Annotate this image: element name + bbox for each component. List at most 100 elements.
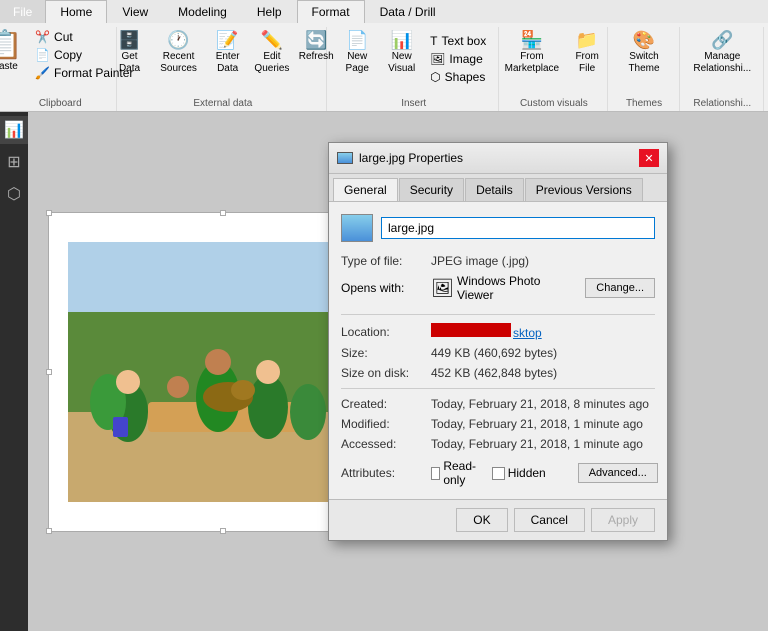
tab-help[interactable]: Help	[242, 0, 297, 23]
ribbon-tab-bar: File Home View Modeling Help Format Data…	[0, 0, 768, 23]
canvas-handle-tm[interactable]	[220, 210, 226, 216]
change-button[interactable]: Change...	[585, 278, 655, 298]
new-visual-icon: 📊	[390, 31, 412, 49]
sidebar-item-data[interactable]: ⊞	[0, 148, 28, 176]
image-icon: 🖼	[430, 52, 445, 66]
tab-modeling[interactable]: Modeling	[163, 0, 242, 23]
cut-label: Cut	[54, 30, 73, 44]
enter-data-icon: 📝	[216, 31, 238, 49]
custom-visuals-group-label: Custom visuals	[501, 98, 606, 109]
dialog-file-icon	[337, 152, 353, 164]
attributes-row: Attributes: Read-only Hidden Advanced...	[341, 459, 655, 487]
edit-queries-icon: ✏️	[261, 31, 283, 49]
manage-relationships-button[interactable]: 🔗 Manage Relationshi...	[689, 29, 755, 77]
format-painter-icon: 🖌️	[35, 66, 50, 80]
opens-with-row: Opens with: 🖼 Windows Photo Viewer Chang…	[341, 274, 655, 302]
paste-label: Paste	[0, 61, 18, 73]
file-name-input[interactable]	[381, 217, 655, 239]
get-data-button[interactable]: 🗄️ Get Data	[110, 29, 150, 77]
ribbon-group-themes: 🎨 Switch Theme Themes	[610, 27, 680, 111]
hidden-label: Hidden	[508, 466, 546, 480]
size-disk-value: 452 KB (462,848 bytes)	[431, 366, 655, 380]
new-visual-button[interactable]: 📊 New Visual	[381, 29, 422, 77]
ok-button[interactable]: OK	[456, 508, 507, 532]
switch-theme-button[interactable]: 🎨 Switch Theme	[618, 29, 671, 77]
switch-theme-icon: 🎨	[633, 31, 655, 49]
image-button[interactable]: 🖼 Image	[426, 51, 490, 67]
from-marketplace-button[interactable]: 🏪 From Marketplace	[501, 29, 563, 77]
location-suffix[interactable]: sktop	[513, 326, 542, 340]
dialog-tab-details[interactable]: Details	[465, 178, 524, 201]
hidden-checkbox-group: Hidden	[492, 466, 546, 480]
sidebar: 📊 ⊞ ⬡	[0, 112, 28, 631]
clipboard-group-label: Clipboard	[4, 98, 116, 109]
ribbon-group-external-data: 🗄️ Get Data 🕐 Recent Sources 📝 Enter Dat…	[119, 27, 327, 111]
opens-with-content: 🖼 Windows Photo Viewer Change...	[431, 274, 655, 302]
attributes-label: Attributes:	[341, 466, 431, 480]
apply-button[interactable]: Apply	[591, 508, 655, 532]
dialog-tab-bar: General Security Details Previous Versio…	[329, 174, 667, 202]
relationships-group-label: Relationshi...	[682, 98, 763, 109]
dialog-titlebar: large.jpg Properties ✕	[329, 143, 667, 174]
modified-value: Today, February 21, 2018, 1 minute ago	[431, 417, 655, 431]
modified-row: Modified: Today, February 21, 2018, 1 mi…	[341, 417, 655, 431]
sidebar-item-report[interactable]: 📊	[0, 116, 28, 144]
recent-sources-label: Recent Sources	[158, 51, 200, 75]
tab-datadrill[interactable]: Data / Drill	[365, 0, 451, 23]
from-file-button[interactable]: 📁 From File	[567, 29, 607, 77]
external-data-group-label: External data	[119, 98, 326, 109]
from-file-label: From File	[571, 51, 603, 75]
location-row: Location: sktop	[341, 323, 655, 340]
modified-label: Modified:	[341, 417, 431, 431]
file-name-row	[341, 214, 655, 242]
dialog-body: Type of file: JPEG image (.jpg) Opens wi…	[329, 202, 667, 499]
new-page-icon: 📄	[346, 31, 368, 49]
dialog-close-button[interactable]: ✕	[639, 149, 659, 167]
canvas-handle-ml[interactable]	[46, 369, 52, 375]
ribbon: File Home View Modeling Help Format Data…	[0, 0, 768, 112]
tab-format[interactable]: Format	[297, 0, 365, 23]
hidden-checkbox[interactable]	[492, 467, 505, 480]
tab-file[interactable]: File	[0, 0, 45, 23]
edit-queries-button[interactable]: ✏️ Edit Queries	[252, 29, 293, 77]
from-marketplace-icon: 🏪	[521, 31, 543, 49]
ribbon-group-relationships: 🔗 Manage Relationshi... Relationshi...	[682, 27, 764, 111]
size-disk-row: Size on disk: 452 KB (462,848 bytes)	[341, 366, 655, 380]
shapes-label: Shapes	[445, 70, 486, 84]
canvas-handle-bm[interactable]	[220, 528, 226, 534]
created-value: Today, February 21, 2018, 8 minutes ago	[431, 397, 655, 411]
canvas-handle-bl[interactable]	[46, 528, 52, 534]
size-row: Size: 449 KB (460,692 bytes)	[341, 346, 655, 360]
new-page-label: New Page	[341, 51, 373, 75]
created-label: Created:	[341, 397, 431, 411]
paste-button[interactable]: 📋 Paste	[0, 29, 27, 75]
enter-data-button[interactable]: 📝 Enter Data	[208, 29, 248, 77]
type-row: Type of file: JPEG image (.jpg)	[341, 254, 655, 268]
dialog-tab-security[interactable]: Security	[399, 178, 464, 201]
sidebar-item-model[interactable]: ⬡	[0, 180, 28, 208]
location-redacted	[431, 323, 511, 337]
refresh-icon: 🔄	[305, 31, 327, 49]
edit-queries-label: Edit Queries	[254, 51, 289, 75]
advanced-button[interactable]: Advanced...	[578, 463, 658, 483]
text-box-label: Text box	[442, 34, 487, 48]
canvas-handle-tl[interactable]	[46, 210, 52, 216]
new-page-button[interactable]: 📄 New Page	[337, 29, 377, 77]
text-box-button[interactable]: T Text box	[426, 33, 490, 49]
switch-theme-label: Switch Theme	[622, 51, 667, 75]
dialog-tab-previous-versions[interactable]: Previous Versions	[525, 178, 643, 201]
size-disk-label: Size on disk:	[341, 366, 431, 380]
location-label: Location:	[341, 325, 431, 339]
copy-label: Copy	[54, 48, 82, 62]
themes-group-label: Themes	[610, 98, 679, 109]
tab-home[interactable]: Home	[45, 0, 107, 23]
readonly-checkbox[interactable]	[431, 467, 440, 480]
tab-view[interactable]: View	[107, 0, 163, 23]
cancel-button[interactable]: Cancel	[514, 508, 585, 532]
dialog-title-left: large.jpg Properties	[337, 151, 463, 165]
shapes-button[interactable]: ⬡ Shapes	[426, 69, 490, 85]
recent-sources-button[interactable]: 🕐 Recent Sources	[154, 29, 204, 77]
readonly-label: Read-only	[443, 459, 479, 487]
properties-dialog: large.jpg Properties ✕ General Security …	[328, 142, 668, 541]
dialog-tab-general[interactable]: General	[333, 178, 398, 201]
